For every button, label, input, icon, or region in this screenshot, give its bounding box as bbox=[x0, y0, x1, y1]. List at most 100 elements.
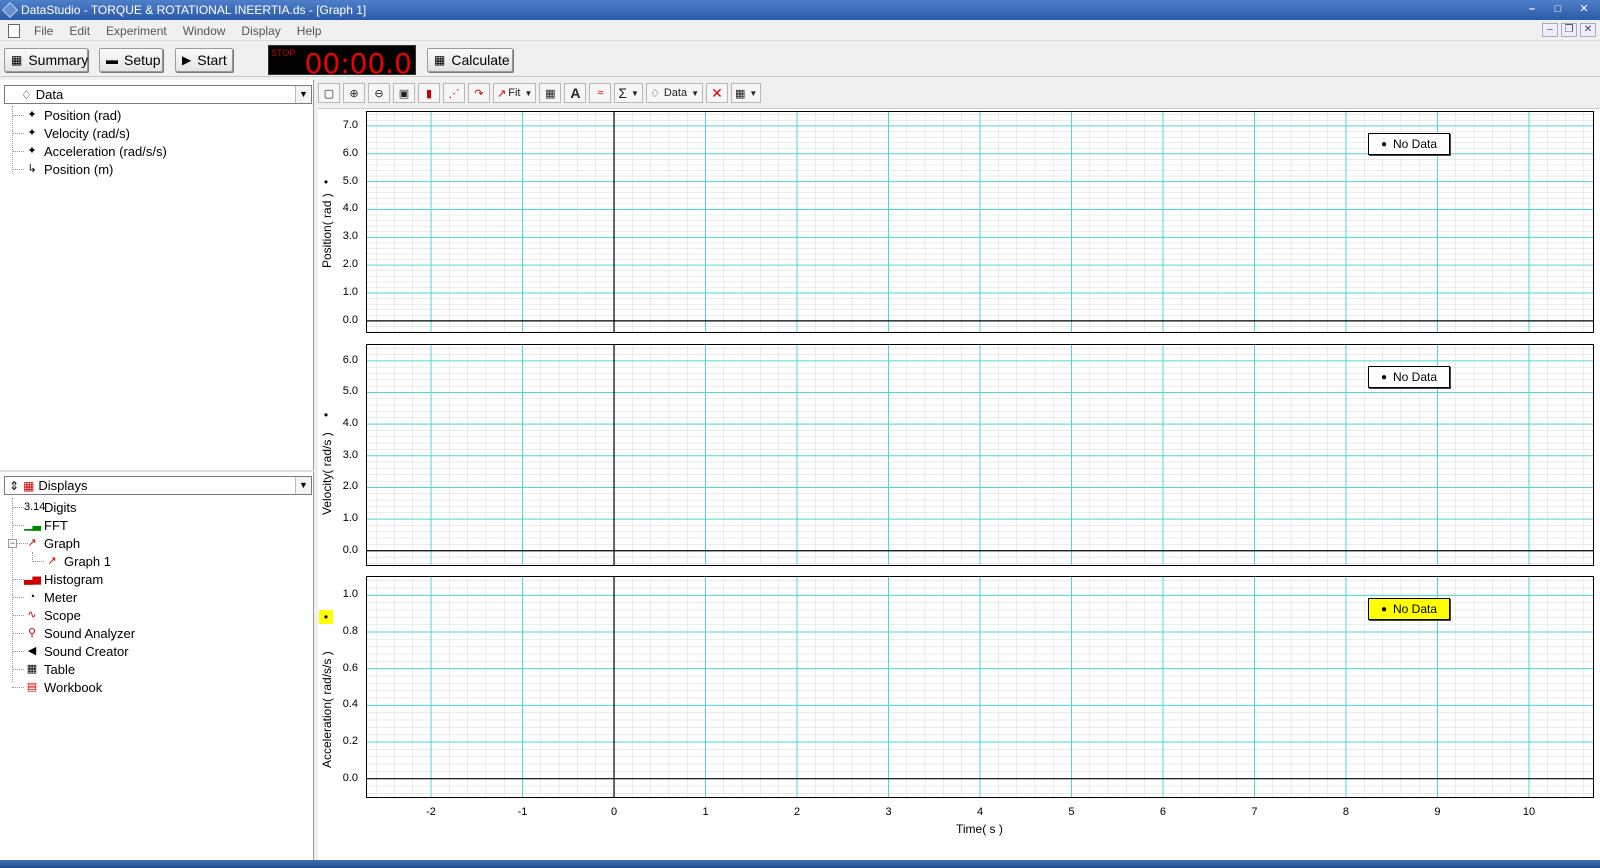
meter-icon: ◔ bbox=[28, 591, 36, 603]
y-axis-label[interactable]: Velocity( rad/s ) bbox=[320, 432, 334, 515]
y-tick-label: 7.0 bbox=[342, 118, 358, 131]
display-item-sound-creator[interactable]: ◀ Sound Creator bbox=[24, 642, 129, 660]
x-tick-label: 8 bbox=[1342, 806, 1350, 818]
child-minimize-button[interactable]: – bbox=[1542, 23, 1558, 37]
x-axis-label[interactable]: Time( s ) bbox=[956, 822, 1003, 836]
calculator-icon[interactable]: ▦ bbox=[539, 83, 562, 103]
legend-dot-icon: ● bbox=[1380, 603, 1387, 615]
settings-icon: ▦ bbox=[735, 87, 746, 100]
maximize-button[interactable]: □ bbox=[1546, 1, 1570, 18]
legend-label: No Data bbox=[1393, 602, 1438, 616]
datastudio-window: DataStudio - TORQUE & ROTATIONAL INEERTI… bbox=[0, 0, 1600, 868]
calculate-button[interactable]: ▦ Calculate bbox=[427, 48, 513, 72]
summary-icon: ▦ bbox=[11, 53, 23, 67]
sigma-button[interactable]: Σ ▼ bbox=[614, 83, 643, 103]
display-item-graph[interactable]: ↗ Graph bbox=[24, 534, 80, 552]
start-button[interactable]: ▶ Start bbox=[175, 48, 233, 72]
plot-legend[interactable]: ● No Data bbox=[1368, 598, 1450, 620]
graph-toolbar: ▢ ⊕ ⊖ ▣ ▮ ⋰ ↷ ↗ Fit ▼ ▦ A ≈ Σ ▼ ♢ Data ▼… bbox=[318, 82, 1600, 104]
sigma-icon: Σ bbox=[618, 85, 628, 101]
graph-icon: ↗ bbox=[47, 555, 57, 567]
delete-icon[interactable]: ✕ bbox=[706, 83, 728, 103]
summary-button[interactable]: ▦ Summary bbox=[4, 48, 88, 72]
annotation-icon[interactable]: A bbox=[564, 83, 587, 103]
series-marker-icon[interactable]: • bbox=[319, 175, 333, 189]
y-tick-label: 6.0 bbox=[342, 353, 358, 366]
calculator-icon: ▦ bbox=[434, 53, 446, 67]
y-axis-label[interactable]: Position( rad ) bbox=[320, 193, 334, 268]
window-title: DataStudio - TORQUE & ROTATIONAL INEERTI… bbox=[21, 3, 367, 17]
data-item-position-m[interactable]: ↳ Position (m) bbox=[24, 160, 113, 178]
statistics-curve-icon[interactable]: ↷ bbox=[468, 83, 490, 103]
legend-label: No Data bbox=[1393, 370, 1438, 384]
zoom-select-icon[interactable]: ▣ bbox=[393, 83, 415, 103]
slope-tool-icon[interactable]: ⋰ bbox=[443, 83, 465, 103]
settings-dropdown-icon: ▼ bbox=[749, 88, 758, 98]
menu-experiment[interactable]: Experiment bbox=[98, 24, 175, 38]
data-dropdown-icon: ▼ bbox=[691, 88, 699, 98]
scale-to-fit-icon[interactable]: ▢ bbox=[318, 83, 340, 103]
data-item-velocity[interactable]: ✦ Velocity (rad/s) bbox=[24, 124, 130, 142]
settings-button[interactable]: ▦ ▼ bbox=[731, 83, 762, 103]
x-tick-label: 2 bbox=[793, 806, 801, 818]
display-item-workbook[interactable]: ▤ Workbook bbox=[24, 678, 103, 696]
scope-icon: ∿ bbox=[27, 609, 37, 621]
x-tick-label: 7 bbox=[1251, 806, 1258, 818]
display-item-table[interactable]: ▦ Table bbox=[24, 660, 75, 678]
zoom-out-icon[interactable]: ⊖ bbox=[368, 83, 390, 103]
child-restore-button[interactable]: ❐ bbox=[1561, 23, 1577, 37]
display-item-graph-1[interactable]: ↗ Graph 1 bbox=[44, 552, 111, 570]
table-icon: ▦ bbox=[26, 663, 38, 675]
data-item-acceleration[interactable]: ✦ Acceleration (rad/s/s) bbox=[24, 142, 166, 160]
graph-collapse-toggle[interactable]: − bbox=[8, 539, 17, 548]
display-item-scope[interactable]: ∿ Scope bbox=[24, 606, 80, 624]
zoom-in-icon[interactable]: ⊕ bbox=[343, 83, 365, 103]
displays-panel-header[interactable]: ⇕ ▦ Displays ▼ bbox=[4, 476, 312, 495]
rotary-sensor-icon: ✦ bbox=[27, 145, 37, 157]
display-item-digits[interactable]: 3.14 Digits bbox=[24, 498, 77, 516]
data-icon: ♢ bbox=[21, 87, 32, 102]
displays-panel-dropdown[interactable]: ▼ bbox=[295, 477, 311, 494]
data-panel-header[interactable]: ♢ Data ▼ bbox=[4, 85, 312, 104]
series-marker-icon[interactable]: • bbox=[319, 610, 333, 624]
x-tick-label: -2 bbox=[426, 806, 436, 818]
display-item-fft[interactable]: ▁▃ FFT bbox=[24, 516, 68, 534]
menu-display[interactable]: Display bbox=[233, 24, 288, 38]
data-panel-dropdown[interactable]: ▼ bbox=[295, 86, 311, 103]
data-button[interactable]: ♢ Data ▼ bbox=[645, 83, 703, 103]
y-axis-label[interactable]: Acceleration( rad/s/s ) bbox=[320, 651, 334, 768]
menu-help[interactable]: Help bbox=[289, 24, 330, 38]
menu-window[interactable]: Window bbox=[175, 24, 234, 38]
document-icon[interactable] bbox=[8, 23, 20, 38]
sound-analyzer-icon: ⚲ bbox=[27, 627, 37, 639]
fit-button[interactable]: ↗ Fit ▼ bbox=[493, 83, 537, 103]
close-button[interactable]: ✕ bbox=[1572, 1, 1596, 18]
display-item-histogram[interactable]: ▃▅ Histogram bbox=[24, 570, 103, 588]
prediction-icon[interactable]: ≈ bbox=[589, 83, 612, 103]
x-tick-label: -1 bbox=[517, 806, 528, 818]
setup-icon: ▬ bbox=[106, 53, 118, 67]
display-item-meter[interactable]: ◔ Meter bbox=[24, 588, 78, 606]
panel-resize-icon[interactable]: ⇕ bbox=[9, 479, 19, 493]
setup-button[interactable]: ▬ Setup bbox=[99, 48, 163, 72]
legend-dot-icon: ● bbox=[1380, 138, 1387, 150]
plot-legend[interactable]: ● No Data bbox=[1368, 133, 1450, 155]
data-item-position-rad[interactable]: ✦ Position (rad) bbox=[24, 106, 121, 124]
histogram-icon: ▃▅ bbox=[24, 573, 41, 585]
child-close-button[interactable]: ✕ bbox=[1580, 23, 1596, 37]
smart-tool-icon[interactable]: ▮ bbox=[418, 83, 440, 103]
left-panel: ♢ Data ▼ ✦ Position (rad) ✦ Velocity (ra… bbox=[0, 80, 314, 860]
menu-file[interactable]: File bbox=[26, 24, 61, 38]
speaker-icon: ◀ bbox=[27, 645, 37, 657]
legend-label: No Data bbox=[1393, 137, 1438, 151]
x-tick-label: 10 bbox=[1522, 806, 1536, 818]
panel-splitter[interactable] bbox=[0, 470, 314, 472]
minimize-button[interactable]: – bbox=[1520, 1, 1544, 18]
menu-edit[interactable]: Edit bbox=[61, 24, 98, 38]
workbook-icon: ▤ bbox=[26, 681, 38, 693]
series-marker-icon[interactable]: • bbox=[319, 408, 333, 422]
display-item-sound-analyzer[interactable]: ⚲ Sound Analyzer bbox=[24, 624, 135, 642]
plot-legend[interactable]: ● No Data bbox=[1368, 366, 1450, 388]
menu-bar: File Edit Experiment Window Display Help… bbox=[0, 21, 1600, 41]
x-tick-label: 5 bbox=[1068, 806, 1075, 818]
